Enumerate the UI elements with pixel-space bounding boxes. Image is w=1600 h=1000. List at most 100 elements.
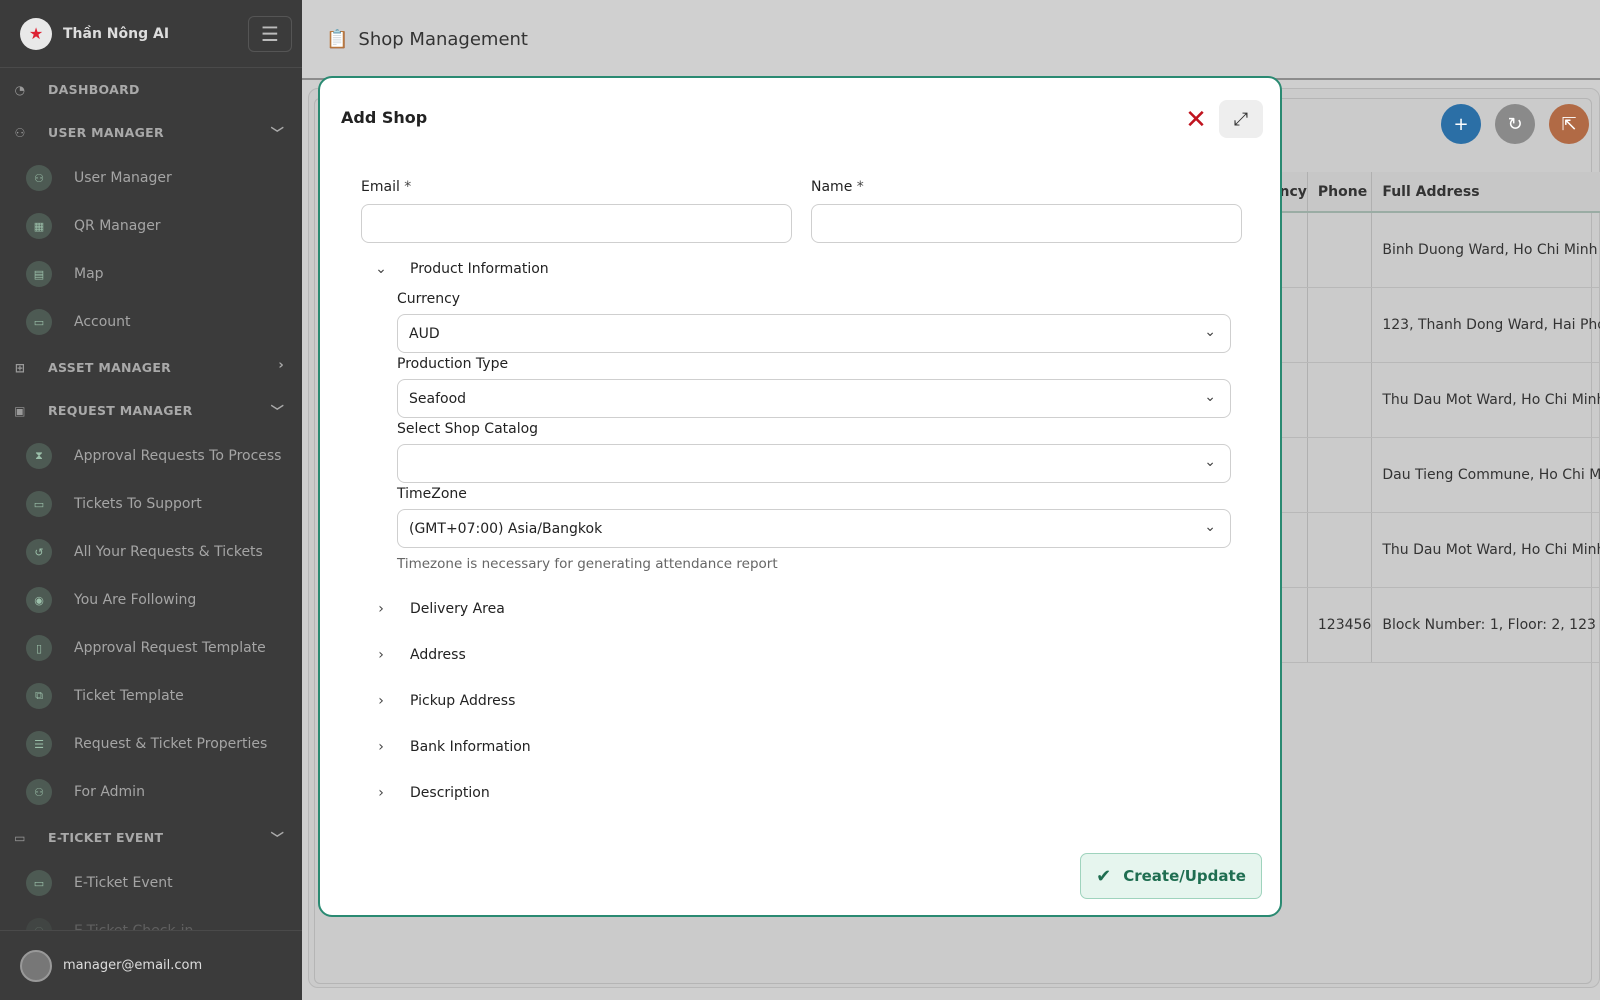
app-name: Thần Nông AI [63,25,170,42]
shop-catalog-select[interactable]: ⌄ [397,444,1231,483]
sidebar-item-approval-requests[interactable]: ⧗ Approval Requests To Process [0,432,302,480]
table-row[interactable]: 123456 Block Number: 1, Floor: 2, 123 [1260,587,1600,663]
sidebar-item-all-requests[interactable]: ↺ All Your Requests & Tickets [0,528,302,576]
sidebar-footer[interactable]: manager@email.com [0,930,302,1000]
timezone-label: TimeZone [397,486,467,502]
chevron-down-icon: ⌄ [1204,324,1216,340]
sidebar-dashboard-label: DASHBOARD [48,82,140,97]
page-title: Shop Management [358,28,528,50]
sidebar-item-account[interactable]: ▭ Account [0,298,302,346]
required-mark: * [856,179,864,195]
dashboard-icon: ◔ [14,82,26,97]
add-shop-modal: Add Shop ✕ ⤢ Email * Name * ⌄ Product In… [318,76,1282,917]
sidebar-item-label: Approval Requests To Process [74,448,282,464]
chevron-down-icon: ⌄ [1204,519,1216,535]
table-row[interactable]: Binh Duong Ward, Ho Chi Minh [1260,212,1600,288]
chevron-down-icon: ﹀ [270,832,284,847]
page-header: 📋 Shop Management [302,0,1600,80]
sidebar-item-label: For Admin [74,784,145,800]
sidebar-item-label: All Your Requests & Tickets [74,544,263,560]
sidebar-item-user-manager[interactable]: ⚇ User Manager [0,154,302,202]
table-row[interactable]: Thu Dau Mot Ward, Ho Chi Minh [1260,362,1600,438]
column-header[interactable]: Full Address [1371,172,1600,213]
hamburger-icon: ☰ [261,22,279,46]
chevron-down-icon: ﹀ [270,127,284,142]
user-email: manager@email.com [63,958,203,973]
table-cell: Thu Dau Mot Ward, Ho Chi Minh [1371,512,1600,588]
table-cell: Thu Dau Mot Ward, Ho Chi Minh [1371,362,1600,438]
name-label: Name * [811,179,864,195]
maximize-button[interactable]: ⤢ [1219,100,1263,138]
address-toggle[interactable]: › Address [372,647,466,663]
table-cell [1307,212,1373,288]
sidebar-item-tickets-to-support[interactable]: ▭ Tickets To Support [0,480,302,528]
name-field[interactable] [811,204,1242,243]
currency-label: Currency [397,291,461,307]
table-header-row: ency Phone Full Address [1260,172,1600,213]
currency-value: AUD [409,325,440,342]
timezone-select[interactable]: (GMT+07:00) Asia/Bangkok ⌄ [397,509,1231,548]
hierarchy-icon: ⊞ [14,360,26,375]
accordion-label: Description [410,785,490,801]
sidebar-item-qr-manager[interactable]: ▦ QR Manager [0,202,302,250]
close-button[interactable]: ✕ [1178,102,1214,138]
table-cell [1307,287,1373,363]
column-header[interactable]: Phone [1307,172,1373,213]
table-cell: Block Number: 1, Floor: 2, 123 [1371,587,1600,663]
sidebar-section-eticket-event[interactable]: ▭ E-TICKET EVENT ﹀ [0,816,302,859]
sidebar-item-properties[interactable]: ☰ Request & Ticket Properties [0,720,302,768]
pickup-address-toggle[interactable]: › Pickup Address [372,693,515,709]
sidebar-section-user-manager[interactable]: ⚇ USER MANAGER ﹀ [0,111,302,154]
accordion-label: Pickup Address [410,693,516,709]
plus-icon: + [1453,113,1469,135]
submit-label: Create/Update [1123,867,1246,885]
sidebar-section-asset-manager[interactable]: ⊞ ASSET MANAGER › [0,346,302,389]
sidebar-item-eticket-event[interactable]: ▭ E-Ticket Event [0,859,302,907]
table-cell [1307,437,1373,513]
currency-select[interactable]: AUD ⌄ [397,314,1231,353]
menu-toggle-button[interactable]: ☰ [248,16,292,52]
bank-information-toggle[interactable]: › Bank Information [372,739,530,755]
product-information-toggle[interactable]: ⌄ Product Information [372,261,549,277]
chevron-right-icon: › [378,693,384,709]
sidebar-item-label: QR Manager [74,218,161,234]
production-type-select[interactable]: Seafood ⌄ [397,379,1231,418]
timezone-hint: Timezone is necessary for generating att… [397,556,778,572]
sidebar-item-map[interactable]: ▤ Map [0,250,302,298]
table-row[interactable]: 123, Thanh Dong Ward, Hai Phong [1260,287,1600,363]
sidebar-item-approval-template[interactable]: ▯ Approval Request Template [0,624,302,672]
sliders-icon: ☰ [26,731,52,757]
sidebar-item-following[interactable]: ◉ You Are Following [0,576,302,624]
map-icon: ▤ [26,261,52,287]
sidebar-item-label: Request & Ticket Properties [74,736,268,752]
delivery-area-toggle[interactable]: › Delivery Area [372,601,505,617]
section-label: REQUEST MANAGER [48,403,193,418]
name-label-text: Name [811,179,853,195]
email-field[interactable] [361,204,792,243]
refresh-button[interactable]: ↻ [1495,104,1535,144]
sidebar-item-for-admin[interactable]: ⚇ For Admin [0,768,302,816]
copy-icon: ⧉ [26,683,52,709]
table-cell: 123456 [1307,587,1373,663]
description-toggle[interactable]: › Description [372,785,490,801]
chevron-right-icon: › [378,647,384,663]
sidebar: ★ Thần Nông AI ☰ ◔ DASHBOARD ⚇ USER MANA… [0,0,302,1000]
sidebar-dashboard[interactable]: ◔ DASHBOARD [0,68,302,111]
table-row[interactable]: Dau Tieng Commune, Ho Chi Minh [1260,437,1600,513]
refresh-icon: ↻ [1507,113,1523,135]
maximize-icon: ⤢ [1233,108,1249,130]
export-button[interactable]: ⇱ [1549,104,1589,144]
sidebar-item-ticket-template[interactable]: ⧉ Ticket Template [0,672,302,720]
create-update-button[interactable]: ✔ Create/Update [1080,853,1262,899]
email-label: Email * [361,179,411,195]
clipboard-icon: ▣ [14,403,26,418]
close-icon: ✕ [1185,105,1207,135]
sidebar-item-label: User Manager [74,170,172,186]
chevron-down-icon: ⌄ [1204,389,1216,405]
sidebar-item-label: Approval Request Template [74,640,266,656]
add-shop-button[interactable]: + [1441,104,1481,144]
section-label: ASSET MANAGER [48,360,172,375]
table-cell: Dau Tieng Commune, Ho Chi Minh [1371,437,1600,513]
sidebar-section-request-manager[interactable]: ▣ REQUEST MANAGER ﹀ [0,389,302,432]
table-row[interactable]: Thu Dau Mot Ward, Ho Chi Minh [1260,512,1600,588]
